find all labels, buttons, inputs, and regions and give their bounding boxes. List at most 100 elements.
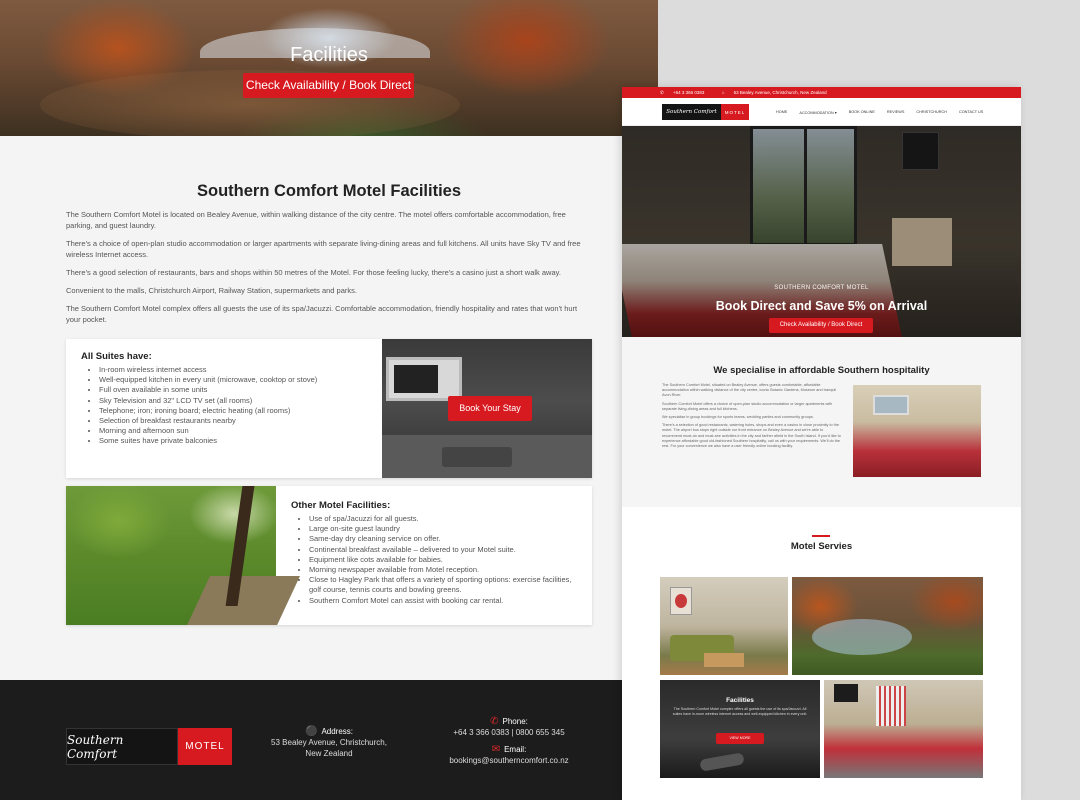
list-item: Morning and afternoon sun — [99, 426, 381, 436]
email-icon: ✉ — [491, 744, 501, 755]
facilities-tile-text: The Southern Comfort Motel complex offer… — [672, 707, 808, 716]
list-item: Southern Comfort Motel can assist with b… — [309, 596, 581, 606]
specialise-paragraph: Southern Comfort Motel offers a choice o… — [662, 401, 833, 411]
other-facilities-list: Use of spa/Jacuzzi for all guests. Large… — [291, 514, 581, 606]
list-item: In-room wireless internet access — [99, 365, 381, 375]
other-facilities-card: Other Motel Facilities: Use of spa/Jacuz… — [66, 486, 592, 625]
email-label: Email: — [504, 745, 527, 754]
suites-list: In-room wireless internet access Well-eq… — [81, 365, 381, 447]
check-availability-button[interactable]: Check Availability / Book Direct — [243, 73, 414, 98]
bedroom-photo-tile[interactable] — [824, 680, 983, 778]
specialise-section: We specialise in affordable Southern hos… — [622, 337, 1021, 507]
footer-address: ⚫ Address: 53 Bealey Avenue, Christchurch… — [266, 726, 392, 759]
specialise-paragraph: There's a selection of good restaurants,… — [662, 423, 841, 449]
wall-art-image — [670, 587, 692, 615]
address-label: Address: — [321, 727, 354, 736]
nav-item-reviews[interactable]: REVIEWS — [887, 110, 905, 114]
intro-paragraph: There's a choice of open-plan studio acc… — [66, 239, 581, 259]
address-line: New Zealand — [305, 749, 353, 758]
heading-accent-line — [812, 535, 830, 537]
facilities-tile-title: Facilities — [726, 697, 754, 704]
footer-email: ✉ Email: bookings@southerncomfort.co.nz — [436, 744, 582, 766]
section-heading: Motel Servies — [790, 541, 853, 552]
check-availability-button[interactable]: Check Availability / Book Direct — [769, 318, 873, 333]
wall-tv-image — [834, 684, 858, 702]
curtain-image — [876, 686, 906, 726]
list-item: Well-equipped kitchen in every unit (mic… — [99, 375, 381, 385]
phone-label: Phone: — [502, 717, 528, 726]
park-path-image — [182, 576, 300, 625]
nav-item-home[interactable]: HOME — [776, 110, 787, 114]
intro-paragraph: The Southern Comfort Motel is located on… — [66, 210, 566, 230]
nav-item-accommodation[interactable]: ACCOMMODATION ▾ — [799, 110, 836, 115]
list-item: Close to Hagley Park that offers a varie… — [309, 575, 581, 595]
logo-motel-badge: MOTEL — [178, 728, 232, 765]
list-item: Large on-site guest laundry — [309, 524, 581, 534]
footer-phone: ✆ Phone: +64 3 366 0383 | 0800 655 345 — [446, 716, 572, 738]
list-item: Selection of breakfast restaurants nearb… — [99, 416, 381, 426]
hero-kicker: SOUTHERN COMFORT MOTEL — [774, 285, 869, 291]
nav-item-christchurch[interactable]: CHRISTCHURCH — [916, 110, 947, 114]
all-suites-card: All Suites have: In-room wireless intern… — [66, 339, 592, 478]
footer-logo[interactable]: Southern Comfort MOTEL — [66, 728, 232, 765]
nav-item-book-online[interactable]: BOOK ONLINE — [849, 110, 875, 114]
intro-paragraph: Convenient to the malls, Christchurch Ai… — [66, 286, 357, 295]
sink-image — [442, 447, 512, 467]
river-photo-tile[interactable] — [792, 577, 983, 675]
list-item: Continental breakfast available – delive… — [309, 545, 581, 555]
home-icon: ⌂ — [721, 90, 726, 95]
main-navbar: Southern Comfort MOTEL HOME ACCOMMODATIO… — [622, 98, 1021, 126]
home-hero: SOUTHERN COMFORT MOTEL Book Direct and S… — [622, 126, 1021, 337]
topbar-phone[interactable]: ✆ +64 3 366 0383 — [660, 90, 712, 95]
other-facilities-heading: Other Motel Facilities: — [291, 500, 391, 511]
header-logo[interactable]: Southern Comfort MOTEL — [662, 104, 749, 120]
page-title: Facilities — [290, 44, 368, 66]
other-facilities-text: Other Motel Facilities: Use of spa/Jacuz… — [291, 500, 581, 606]
address-line: 53 Bealey Avenue, Christchurch, — [271, 738, 387, 747]
list-item: Sky Television and 32" LCD TV set (all r… — [99, 396, 381, 406]
coffee-table-image — [704, 653, 744, 667]
microwave-image — [386, 357, 462, 401]
hero-headline: Book Direct and Save 5% on Arrival — [715, 299, 928, 313]
list-item: Telephone; iron; ironing board; electric… — [99, 406, 381, 416]
list-item: Some suites have private balconies — [99, 436, 381, 446]
list-item: Morning newspaper available from Motel r… — [309, 565, 581, 575]
lounge-photo-tile[interactable] — [660, 577, 788, 675]
suites-heading: All Suites have: — [81, 351, 152, 362]
list-item: Use of spa/Jacuzzi for all guests. — [309, 514, 581, 524]
topbar-address: ⌂ 53 Bealey Avenue, Christchurch, New Ze… — [721, 90, 827, 95]
phone-value[interactable]: +64 3 366 0383 | 0800 655 345 — [446, 727, 572, 738]
specialise-paragraph: The Southern Comfort Motel, situated on … — [662, 383, 837, 398]
list-item: Equipment like cots available for babies… — [309, 555, 581, 565]
logo-motel-badge: MOTEL — [721, 104, 749, 120]
twin-room-photo — [853, 385, 981, 477]
section-heading: Southern Comfort Motel Facilities — [196, 182, 462, 200]
location-icon: ⚫ — [304, 726, 318, 737]
nav-menu: HOME ACCOMMODATION ▾ BOOK ONLINE REVIEWS… — [776, 98, 995, 126]
contact-topbar: ✆ +64 3 366 0383 ⌂ 53 Bealey Avenue, Chr… — [622, 87, 1021, 98]
hero-banner: Facilities Check Availability / Book Dir… — [0, 0, 658, 136]
facilities-tile[interactable]: Facilities The Southern Comfort Motel co… — [660, 680, 820, 778]
list-item: Full oven available in some units — [99, 385, 381, 395]
specialise-paragraph: We specialise in group bookings for spor… — [662, 415, 814, 420]
facilities-page: Facilities Check Availability / Book Dir… — [0, 0, 658, 800]
site-footer: Southern Comfort MOTEL ⚫ Address: 53 Beal… — [0, 680, 658, 800]
email-link[interactable]: bookings@southerncomfort.co.nz — [436, 755, 582, 766]
list-item: Same-day dry cleaning service on offer. — [309, 534, 581, 544]
intro-paragraph: The Southern Comfort Motel complex offer… — [66, 304, 578, 324]
intro-paragraph: There's a good selection of restaurants,… — [66, 268, 561, 277]
view-more-button[interactable]: VIEW MORE — [716, 733, 764, 744]
section-heading: We specialise in affordable Southern hos… — [713, 365, 930, 376]
home-page-preview: ✆ +64 3 366 0383 ⌂ 53 Bealey Avenue, Chr… — [622, 87, 1021, 800]
logo-script-text: Southern Comfort — [662, 104, 721, 120]
motel-services-section: Motel Servies Facilities The Southern Co… — [622, 507, 1021, 800]
phone-icon: ✆ — [490, 716, 499, 727]
intro-section: Southern Comfort Motel Facilities The So… — [66, 182, 592, 332]
park-photo — [66, 486, 300, 625]
book-your-stay-button[interactable]: Book Your Stay — [448, 396, 532, 421]
river-image — [812, 619, 912, 655]
logo-script-text: Southern Comfort — [66, 728, 178, 765]
nav-item-contact-us[interactable]: CONTACT US — [959, 110, 983, 114]
suites-text: All Suites have: In-room wireless intern… — [81, 351, 381, 447]
phone-icon: ✆ — [660, 90, 666, 95]
